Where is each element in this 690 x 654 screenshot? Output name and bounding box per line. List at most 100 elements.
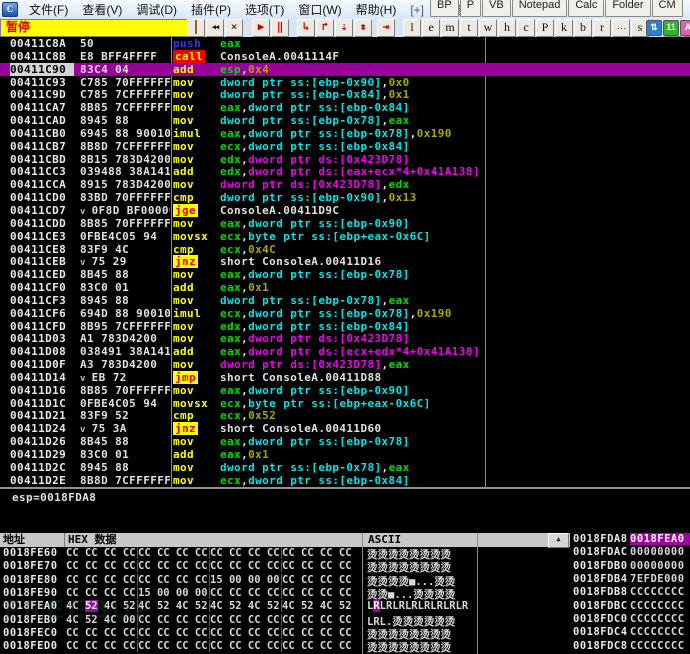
stack-row[interactable]: 0018FDB000000000 [571, 560, 690, 573]
menu-item-7[interactable]: [+] [403, 1, 431, 19]
run-button[interactable]: ▶ [252, 19, 270, 37]
disasm-row[interactable]: 00411C93C785 70FFFFFF 00movdword ptr ss:… [0, 76, 690, 89]
plugin-button-p[interactable]: P [460, 0, 481, 17]
disasm-row[interactable]: 00411D03A1 783D4200moveax,dword ptr ds:[… [0, 332, 690, 345]
disasm-row[interactable]: 00411D1C0FBE4C05 94movsxecx,byte ptr ss:… [0, 397, 690, 410]
disasm-row[interactable]: 00411C8A50pusheax [0, 37, 690, 50]
breakpoints-button[interactable]: b [574, 19, 592, 37]
dump-row[interactable]: 0018FEB04C 52 4C 00CC CC CC CCCC CC CC C… [0, 614, 568, 627]
plugin-button-vb[interactable]: VB [482, 0, 511, 17]
stack-row[interactable]: 0018FDC8CCCCCCCC [571, 640, 690, 653]
dump-row[interactable]: 0018FED0CC CC CC CCCC CC CC CCCC CC CC C… [0, 640, 568, 653]
menu-item-3[interactable]: 插件(P) [184, 1, 238, 19]
disasm-row[interactable]: 00411CFD8B95 7CFFFFFFmovedx,dword ptr ss… [0, 320, 690, 333]
disasm-row[interactable]: 00411D2C8945 88movdword ptr ss:[ebp-0x78… [0, 461, 690, 474]
disasm-row[interactable]: 00411CC3039488 38A14100addedx,dword ptr … [0, 165, 690, 178]
memory-map-button[interactable]: m [441, 19, 459, 37]
disasm-row[interactable]: 00411CF083C0 01addeax,0x1 [0, 281, 690, 294]
dump-row[interactable]: 0018FE80CC CC CC CCCC CC CC CC15 00 00 0… [0, 574, 568, 587]
stack-row[interactable]: 0018FDC4CCCCCCCC [571, 626, 690, 639]
disasm-row[interactable]: 00411C9DC785 7CFFFFFF 01movdword ptr ss:… [0, 88, 690, 101]
disasm-row[interactable]: 00411CE883F9 4Ccmpecx,0x4C [0, 243, 690, 256]
rewind-button[interactable]: ◀◀ [206, 19, 224, 37]
stack-row[interactable]: 0018FDBCCCCCCCCC [571, 600, 690, 613]
animate-into-button[interactable]: ⇣ [335, 19, 353, 37]
plugin-button-calc[interactable]: Calc [568, 0, 604, 17]
cpu-window-button[interactable]: c [517, 19, 535, 37]
bottom-panels: 地址 HEX 数据 ASCII ▲ 0018FE60CC CC CC CCCC … [0, 533, 690, 654]
disasm-row[interactable]: 00411CED8B45 88moveax,dword ptr ss:[ebp-… [0, 268, 690, 281]
disassembly-panel[interactable]: 00411C8A50pusheax00411C8BE8 BFF4FFFFcall… [0, 37, 690, 487]
disasm-row[interactable]: 00411D2983C0 01addeax,0x1 [0, 448, 690, 461]
executables-button[interactable]: e [422, 19, 440, 37]
dump-row[interactable]: 0018FE70CC CC CC CCCC CC CC CCCC CC CC C… [0, 560, 568, 573]
menu-item-6[interactable]: 帮助(H) [349, 1, 404, 19]
disasm-row[interactable]: 00411D2E8B8D 7CFFFFFFmovecx,dword ptr ss… [0, 474, 690, 487]
disasm-row[interactable]: 00411D0FA3 783D4200movdword ptr ds:[0x42… [0, 358, 690, 371]
swap-panels-icon[interactable]: ⇅ [646, 20, 662, 36]
mnemonic: jge [173, 204, 198, 217]
animate-over-button[interactable]: ⇟ [354, 19, 372, 37]
disasm-row[interactable]: 00411D168B85 70FFFFFFmoveax,dword ptr ss… [0, 384, 690, 397]
disasm-row[interactable]: 00411CB06945 88 90010000imuleax,dword pt… [0, 127, 690, 140]
stack-row[interactable]: 0018FDB8CCCCCCCC [571, 586, 690, 599]
log-window-button[interactable]: l [403, 19, 421, 37]
disasm-row[interactable]: 00411CBD8B15 783D4200movedx,dword ptr ds… [0, 153, 690, 166]
stack-row[interactable]: 0018FDB47EFDE000 [571, 573, 690, 586]
patches-button[interactable]: P [536, 19, 554, 37]
scroll-up-button[interactable]: ▲ [548, 533, 569, 548]
plugin-button-bp[interactable]: BP [430, 0, 459, 17]
threads-button[interactable]: t [460, 19, 478, 37]
dump-row[interactable]: 0018FEC0CC CC CC CCCC CC CC CCCC CC CC C… [0, 627, 568, 640]
disasm-row[interactable]: 00411CDD8B85 70FFFFFFmoveax,dword ptr ss… [0, 217, 690, 230]
disasm-row[interactable]: 00411CF6694D 88 90010000imulecx,dword pt… [0, 307, 690, 320]
plugin-button-cm[interactable]: CM [652, 0, 683, 17]
dump-row[interactable]: 0018FEA04C 52 4C 524C 52 4C 524C 52 4C 5… [0, 600, 568, 613]
disasm-row[interactable]: 00411C8BE8 BFF4FFFFcallConsoleA.0041114F [0, 50, 690, 63]
call-stack-button[interactable]: k [555, 19, 573, 37]
disasm-row[interactable]: 00411CE30FBE4C05 94movsxecx,byte ptr ss:… [0, 230, 690, 243]
disasm-row[interactable]: 00411CCA8915 783D4200movdword ptr ds:[0x… [0, 178, 690, 191]
menu-item-2[interactable]: 调试(D) [129, 1, 184, 19]
close-button[interactable]: × [225, 19, 243, 37]
hex-group: CC CC CC CC [66, 547, 138, 559]
stack-panel[interactable]: 0018FDA80018FEA00018FDAC000000000018FDB0… [571, 533, 690, 654]
windows-button[interactable]: w [479, 19, 497, 37]
menu-item-0[interactable]: 文件(F) [22, 1, 75, 19]
disasm-row[interactable]: 00411CD083BD 70FFFFFF 13cmpdword ptr ss:… [0, 191, 690, 204]
stack-row[interactable]: 0018FDC0CCCCCCCC [571, 613, 690, 626]
run-trace-button[interactable]: ... [612, 19, 630, 37]
disasm-row[interactable]: 00411CA78B85 7CFFFFFFmoveax,dword ptr ss… [0, 101, 690, 114]
disasm-row[interactable]: 00411D08038491 38A14100addeax,dword ptr … [0, 345, 690, 358]
dump-row[interactable]: 0018FE60CC CC CC CCCC CC CC CCCC CC CC C… [0, 547, 568, 560]
pause-button[interactable]: ‖ [271, 19, 289, 37]
step-into-button[interactable]: ↳ [297, 19, 315, 37]
plugin-button-notepad[interactable]: Notepad [512, 0, 568, 17]
references-button[interactable]: r [593, 19, 611, 37]
disasm-row[interactable]: 00411CB78B8D 7CFFFFFFmovecx,dword ptr ss… [0, 140, 690, 153]
pink-a-plugin-icon[interactable]: A [680, 20, 690, 36]
dump-row[interactable]: 0018FE90CC CC CC CC15 00 00 00CC CC CC C… [0, 587, 568, 600]
handles-button[interactable]: h [498, 19, 516, 37]
disasm-row[interactable]: 00411CAD8945 88movdword ptr ss:[ebp-0x78… [0, 114, 690, 127]
step-over-button[interactable]: ↱ [316, 19, 334, 37]
stack-row[interactable]: 0018FDAC00000000 [571, 546, 690, 559]
disasm-row[interactable]: 00411D2183F9 52cmpecx,0x52 [0, 409, 690, 422]
memory-dump-panel[interactable]: 0018FE60CC CC CC CCCC CC CC CCCC CC CC C… [0, 547, 568, 654]
disasm-row[interactable]: 00411CEBv 75 29jnzshort ConsoleA.00411D1… [0, 255, 690, 268]
menu-item-5[interactable]: 窗口(W) [291, 1, 348, 19]
disasm-row[interactable]: 00411CD7v 0F8D BF000000jgeConsoleA.00411… [0, 204, 690, 217]
open-file-button[interactable] [187, 19, 205, 37]
disasm-row[interactable]: 00411D268B45 88moveax,dword ptr ss:[ebp-… [0, 435, 690, 448]
disasm-row[interactable]: 00411D24v 75 3Ajnzshort ConsoleA.00411D6… [0, 422, 690, 435]
mnemonic: cmp [173, 191, 194, 204]
stack-row[interactable]: 0018FDA80018FEA0 [571, 533, 690, 546]
disasm-row[interactable]: 00411D14v EB 72jmpshort ConsoleA.00411D8… [0, 371, 690, 384]
menu-item-1[interactable]: 查看(V) [75, 1, 129, 19]
green-plugin-icon[interactable]: 11 [663, 20, 679, 36]
menu-item-4[interactable]: 选项(T) [238, 1, 291, 19]
disasm-row[interactable]: 00411CF38945 88movdword ptr ss:[ebp-0x78… [0, 294, 690, 307]
disasm-row[interactable]: 00411C9083C4 04addesp,0x4 [0, 63, 690, 76]
execute-till-return-button[interactable]: ⇥ [377, 19, 395, 37]
plugin-button-folder[interactable]: Folder [605, 0, 650, 17]
